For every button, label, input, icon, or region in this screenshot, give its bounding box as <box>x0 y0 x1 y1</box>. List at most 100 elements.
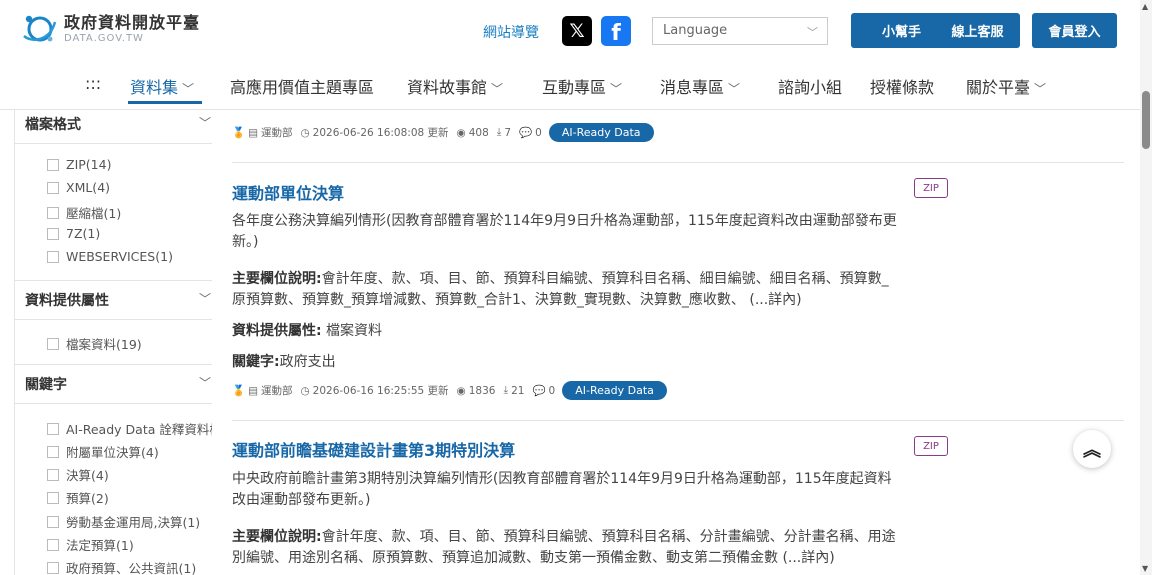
comment-icon: 💬 <box>532 385 546 397</box>
filter-option-label: AI-Ready Data 詮釋資料框 <box>66 422 212 437</box>
logo-subtitle: DATA.GOV.TW <box>64 33 144 44</box>
checkbox[interactable] <box>47 445 59 458</box>
filter-option[interactable]: 壓縮檔(1) <box>47 203 121 222</box>
nav-item-news[interactable]: 消息專區 ﹀ <box>660 74 740 98</box>
nav-item-interactive[interactable]: 互動專區 ﹀ <box>542 74 622 98</box>
dataset-title-link[interactable]: 運動部單位決算 <box>232 180 344 204</box>
filter-option[interactable]: 法定預算(1) <box>47 535 134 554</box>
filter-option[interactable]: 檔案資料(19) <box>47 334 142 353</box>
nav-item-license[interactable]: 授權條款 <box>870 74 934 98</box>
language-select-value: Language <box>663 23 728 38</box>
building-icon: ▤ <box>248 126 258 139</box>
checkbox[interactable] <box>47 561 59 574</box>
site-logo[interactable]: 政府資料開放平臺 DATA.GOV.TW <box>20 10 200 48</box>
dataset-meta: 🏅 ▤ 運動部 ◷ 2026-06-16 16:25:55 更新 ◉ 1836 … <box>232 381 667 400</box>
nav-item-advisory[interactable]: 諮詢小組 <box>778 74 842 98</box>
clock-icon: ◷ <box>300 384 310 397</box>
facet-format-header[interactable]: 檔案格式 ﹀ <box>15 110 212 144</box>
checkbox[interactable] <box>47 158 59 171</box>
dataset-description: 各年度公務決算編列情形(因教育部體育署於114年9月9日升格為運動部，115年度… <box>232 213 897 250</box>
nav-menu-icon[interactable]: ::: <box>85 74 101 93</box>
filter-option[interactable]: 附屬單位決算(4) <box>47 442 159 461</box>
filter-option[interactable]: WEBSERVICES(1) <box>47 249 173 264</box>
field-value[interactable]: 政府支出 <box>280 354 336 370</box>
checkbox[interactable] <box>47 227 59 240</box>
filter-option[interactable]: 政府預算、公共資訊(1) <box>47 558 196 575</box>
filter-option-label: XML(4) <box>66 180 111 195</box>
filter-option[interactable]: 勞動基金運用局,決算(1) <box>47 512 200 531</box>
language-select[interactable]: Language ﹀ <box>652 17 828 45</box>
checkbox[interactable] <box>47 206 59 219</box>
nav-item-stories[interactable]: 資料故事館 ﹀ <box>407 74 503 98</box>
medal-icon: 🏅 <box>232 127 246 139</box>
scrollbar-thumb[interactable] <box>1142 91 1150 149</box>
x-social-icon[interactable]: 𝕏 <box>562 16 592 46</box>
download-icon: ⤓ <box>503 384 509 396</box>
dataset-description: 中央政府前瞻計畫第3期特別決算編列情形(因教育部體育署於114年9月9日升格為運… <box>232 471 892 508</box>
filter-option-label: 法定預算(1) <box>66 538 134 553</box>
nav-item-high-value[interactable]: 高應用價值主題專區 <box>230 74 374 98</box>
filter-option-label: 決算(4) <box>66 468 109 483</box>
filter-option[interactable]: AI-Ready Data 詮釋資料框 <box>47 419 212 438</box>
logo-title: 政府資料開放平臺 <box>64 13 201 32</box>
filter-option-label: 壓縮檔(1) <box>66 206 122 221</box>
checkbox[interactable] <box>47 515 59 528</box>
dataset-title-link[interactable]: 運動部前瞻基礎建設計畫第3期特別決算 <box>232 437 515 461</box>
facebook-icon[interactable]: f <box>601 16 631 46</box>
checkbox[interactable] <box>47 181 59 194</box>
filter-option[interactable]: XML(4) <box>47 180 110 195</box>
nav-item-label: 互動專區 <box>542 78 607 97</box>
nav-item-about[interactable]: 關於平臺 ﹀ <box>966 74 1046 98</box>
scroll-to-top-button[interactable]: ︽ <box>1073 430 1111 468</box>
field-label: 資料提供屬性: <box>232 323 322 339</box>
member-login-button[interactable]: 會員登入 <box>1032 13 1117 48</box>
dataset-comments: 0 <box>535 126 542 139</box>
filter-option-label: WEBSERVICES(1) <box>66 249 173 264</box>
ai-ready-badge[interactable]: AI-Ready Data <box>548 123 654 142</box>
filter-option[interactable]: ZIP(14) <box>47 157 111 172</box>
checkbox[interactable] <box>47 538 59 551</box>
checkbox[interactable] <box>47 491 59 504</box>
filter-option[interactable]: 預算(2) <box>47 488 109 507</box>
facet-title: 資料提供屬性 <box>25 293 109 309</box>
nav-item-label: 授權條款 <box>870 78 935 97</box>
checkbox[interactable] <box>47 422 59 435</box>
filter-option[interactable]: 7Z(1) <box>47 226 100 241</box>
ai-ready-badge[interactable]: AI-Ready Data <box>562 381 667 400</box>
facet-keyword-header[interactable]: 關鍵字 ﹀ <box>15 364 212 404</box>
dataset-updated: 2026-06-16 16:25:55 更新 <box>312 385 449 397</box>
divider <box>232 420 1124 421</box>
scroll-up-arrow-icon[interactable]: ▲ <box>1142 2 1148 11</box>
filter-option-label: 檔案資料(19) <box>66 337 142 352</box>
format-tag-zip[interactable]: ZIP <box>914 178 948 198</box>
eye-icon: ◉ <box>456 126 466 139</box>
checkbox[interactable] <box>47 468 59 481</box>
sitemap-link[interactable]: 網站導覽 <box>483 22 539 42</box>
online-service-button[interactable]: 線上客服 <box>935 13 1020 48</box>
site-header: 政府資料開放平臺 DATA.GOV.TW 網站導覽 𝕏 f Language ﹀… <box>0 0 1140 60</box>
dataset-updated: 2026-06-26 16:08:08 更新 <box>312 127 449 139</box>
facet-title: 關鍵字 <box>25 377 67 393</box>
facet-provider-header[interactable]: 資料提供屬性 ﹀ <box>15 280 212 320</box>
dataset-downloads: 7 <box>504 126 512 139</box>
field-value: 會計年度、款、項、目、節、預算科目編號、預算科目名稱、分計畫編號、分計畫名稱、用… <box>232 529 896 566</box>
chevron-down-icon: ﹀ <box>491 82 504 96</box>
page-scrollbar[interactable]: ▲ ▼ <box>1140 0 1152 575</box>
chevron-down-icon: ﹀ <box>728 82 741 96</box>
dataset-agency: 運動部 <box>261 127 293 139</box>
filter-option-label: 7Z(1) <box>66 226 101 241</box>
dataset-keywords: 關鍵字:政府支出 <box>232 352 897 373</box>
filter-option-label: 政府預算、公共資訊(1) <box>66 561 197 575</box>
field-label: 關鍵字: <box>232 354 280 370</box>
filter-option[interactable]: 決算(4) <box>47 465 109 484</box>
checkbox[interactable] <box>47 337 59 350</box>
dataset-list: 🏅 ▤ 運動部 ◷ 2026-06-26 16:08:08 更新 ◉ 408 ⤓… <box>232 110 1127 575</box>
field-label: 主要欄位說明: <box>232 271 322 287</box>
nav-item-datasets[interactable]: 資料集 ﹀ <box>130 74 194 98</box>
dataset-views: 1836 <box>468 384 496 397</box>
dataset-agency: 運動部 <box>261 385 293 397</box>
format-tag-zip[interactable]: ZIP <box>914 436 948 456</box>
chevron-down-icon: ﹀ <box>198 376 211 390</box>
checkbox[interactable] <box>47 250 59 263</box>
scroll-down-arrow-icon[interactable]: ▼ <box>1142 564 1148 573</box>
